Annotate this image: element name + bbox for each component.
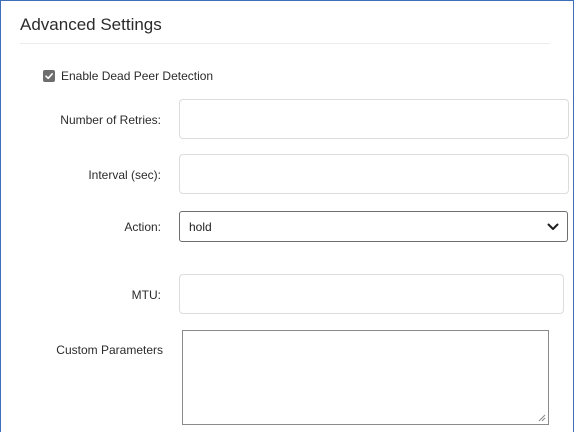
action-select-value: hold xyxy=(189,219,212,234)
interval-label: Interval (sec): xyxy=(88,168,161,182)
dead-peer-detection-toggle[interactable]: Enable Dead Peer Detection xyxy=(43,69,213,83)
mtu-input[interactable] xyxy=(179,274,564,314)
dead-peer-detection-label: Enable Dead Peer Detection xyxy=(61,69,214,83)
action-label: Action: xyxy=(124,220,161,234)
resize-grip-icon[interactable] xyxy=(538,414,546,422)
custom-parameters-label: Custom Parameters xyxy=(56,343,163,357)
retries-input[interactable] xyxy=(179,99,569,139)
section-title: Advanced Settings xyxy=(20,15,162,34)
chevron-down-icon xyxy=(547,223,559,230)
mtu-label: MTU: xyxy=(131,288,161,302)
dead-peer-detection-checkbox[interactable] xyxy=(43,70,55,82)
title-divider xyxy=(20,43,550,44)
advanced-settings-panel: Advanced Settings Enable Dead Peer Detec… xyxy=(0,0,574,432)
check-icon xyxy=(45,73,53,80)
interval-input[interactable] xyxy=(179,154,569,194)
retries-label: Number of Retries: xyxy=(60,113,161,127)
action-select[interactable]: hold xyxy=(179,211,568,242)
custom-parameters-textarea[interactable] xyxy=(182,330,549,425)
